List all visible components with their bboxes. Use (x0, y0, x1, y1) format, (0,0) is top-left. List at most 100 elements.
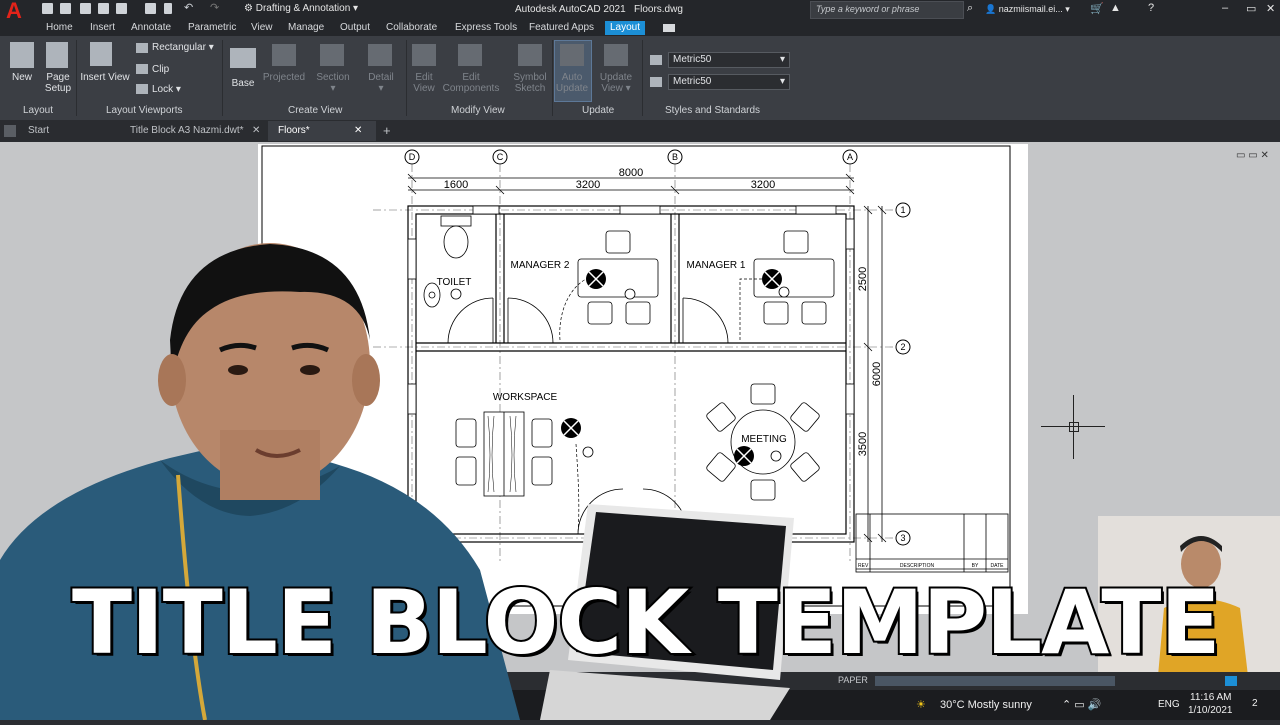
web-mobile-icon[interactable] (116, 3, 127, 14)
file-name: Floors.dwg (633, 4, 683, 15)
workspace-switcher[interactable]: ⚙ Drafting & Annotation ▾ (244, 3, 358, 14)
status-toggles[interactable] (875, 676, 1115, 686)
redo-icon[interactable]: ↷ (210, 1, 221, 14)
insert-view-icon[interactable] (90, 42, 112, 66)
weather-text[interactable]: 30°C Mostly sunny (940, 699, 1032, 711)
symbol-sketch-label-2: Sketch (514, 83, 546, 94)
symbol-sketch-label-1: Symbol (513, 72, 547, 83)
group-label-layout-viewports: Layout Viewports (106, 105, 183, 116)
tab-output[interactable]: Output (340, 22, 370, 33)
grid-label-1: 1 (900, 205, 905, 215)
viewport-window-controls[interactable]: ▭ ▭ ✕ (1236, 150, 1269, 161)
customization-icon[interactable] (1225, 676, 1237, 686)
view-style-value: Metric50 (673, 54, 712, 65)
page-setup-icon[interactable] (46, 42, 68, 68)
detail-view-button: Detail ▾ (368, 72, 394, 94)
grid-label-a: A (847, 152, 853, 162)
group-label-styles: Styles and Standards (665, 105, 761, 116)
language-indicator[interactable]: ENG (1158, 699, 1180, 710)
tab-parametric[interactable]: Parametric (188, 22, 236, 33)
lock-button[interactable]: Lock ▾ (152, 84, 181, 95)
auto-update-label-1: Auto (561, 72, 583, 83)
title-block-date: DATE (991, 563, 1005, 569)
help-icon[interactable]: ? (1148, 2, 1154, 14)
search-box[interactable]: Type a keyword or phrase (810, 1, 964, 19)
open-file-icon[interactable] (60, 3, 71, 14)
base-view-button[interactable]: Base (228, 78, 258, 89)
lock-icon[interactable] (136, 84, 148, 94)
close-tab-icon[interactable]: ✕ (252, 125, 260, 136)
tab-insert[interactable]: Insert (90, 22, 115, 33)
tab-featured-apps[interactable]: Featured Apps (529, 22, 594, 33)
panel-toggle-icon[interactable] (663, 24, 675, 32)
user-account[interactable]: 👤 nazmiismail.ei... ▾ (985, 4, 1070, 15)
edit-components-label-1: Edit (462, 72, 480, 83)
cart-icon[interactable]: 🛒 (1090, 2, 1104, 15)
new-layout-icon[interactable] (10, 42, 34, 68)
clock-date[interactable]: 1/10/2021 (1188, 705, 1233, 716)
view-style-select[interactable]: Metric50 ▾ (668, 52, 790, 68)
dim-3500: 3500 (857, 432, 869, 456)
tab-layout[interactable]: Layout (605, 21, 646, 35)
projected-view-button: Projected (262, 72, 306, 83)
dim-6000: 6000 (871, 362, 883, 386)
new-layout-button[interactable]: New (8, 72, 36, 83)
save-as-icon[interactable] (98, 3, 109, 14)
base-view-icon[interactable] (230, 48, 256, 68)
close-icon[interactable]: ✕ (1266, 2, 1275, 15)
tab-manage[interactable]: Manage (288, 22, 324, 33)
tab-view[interactable]: View (251, 22, 273, 33)
auto-update-label-2: Update (555, 83, 589, 94)
print-icon[interactable] (145, 3, 156, 14)
close-tab-icon[interactable]: ✕ (354, 125, 362, 136)
tab-home[interactable]: Home (46, 22, 73, 33)
paper-space-toggle[interactable]: PAPER (838, 675, 868, 685)
title-block-description: DESCRIPTION (900, 563, 935, 569)
notification-badge[interactable]: 2 (1252, 698, 1258, 709)
new-tab-icon[interactable]: + (383, 123, 391, 138)
edit-view-label-2: View (413, 83, 435, 94)
system-tray-icons[interactable]: ⌃ ▭ 🔊 (1062, 698, 1101, 711)
room-label-meeting: MEETING (741, 434, 787, 445)
binoculars-icon[interactable]: ⌕ (967, 2, 973, 15)
minimize-icon[interactable]: – (1222, 2, 1228, 14)
autocad-logo-icon[interactable]: A (6, 0, 28, 22)
section-view-button: Section ▾ (316, 72, 350, 94)
weather-sun-icon: ☀ (916, 699, 926, 711)
projected-view-icon (272, 44, 296, 66)
undo-icon[interactable]: ↶ (184, 1, 195, 14)
doc-tab-floors[interactable]: Floors* (278, 125, 310, 136)
cursor-pickbox (1069, 422, 1079, 432)
edit-view-icon (412, 44, 436, 66)
share-icon[interactable] (164, 3, 172, 14)
insert-view-button[interactable]: Insert View (80, 72, 130, 83)
save-icon[interactable] (80, 3, 91, 14)
view-style-icon (650, 55, 662, 65)
rectangular-viewport-icon[interactable] (136, 43, 148, 53)
rectangular-viewport-button[interactable]: Rectangular ▾ (152, 42, 214, 53)
dim-1600: 1600 (444, 179, 468, 191)
ribbon: New Page Setup Layout Insert View Rectang… (0, 36, 1280, 121)
update-view-icon (604, 44, 628, 66)
search-placeholder: Type a keyword or phrase (816, 4, 920, 14)
tab-express-tools[interactable]: Express Tools (455, 22, 517, 33)
app-name: Autodesk AutoCAD 2021 (515, 4, 626, 15)
tab-collaborate[interactable]: Collaborate (386, 22, 437, 33)
group-label-layout: Layout (23, 105, 54, 116)
grid-label-3: 3 (900, 533, 905, 543)
group-divider (552, 40, 553, 116)
new-file-icon[interactable] (42, 3, 53, 14)
clip-button[interactable]: Clip (152, 64, 169, 75)
clock-time[interactable]: 11:16 AM (1190, 692, 1232, 703)
tab-annotate[interactable]: Annotate (131, 22, 171, 33)
group-label-update: Update (582, 105, 615, 116)
detail-view-icon (368, 44, 392, 66)
doc-tab-title-block[interactable]: Title Block A3 Nazmi.dwt* (130, 125, 244, 136)
page-setup-button[interactable]: Page Setup (40, 72, 76, 94)
menu-icon[interactable] (4, 125, 16, 137)
restore-icon[interactable]: ▭ (1246, 2, 1256, 15)
section-style-select[interactable]: Metric50 ▾ (668, 74, 790, 90)
autodesk-a360-icon[interactable]: ▲ (1110, 2, 1121, 14)
doc-tab-start[interactable]: Start (28, 125, 49, 136)
clip-icon[interactable] (136, 64, 148, 74)
